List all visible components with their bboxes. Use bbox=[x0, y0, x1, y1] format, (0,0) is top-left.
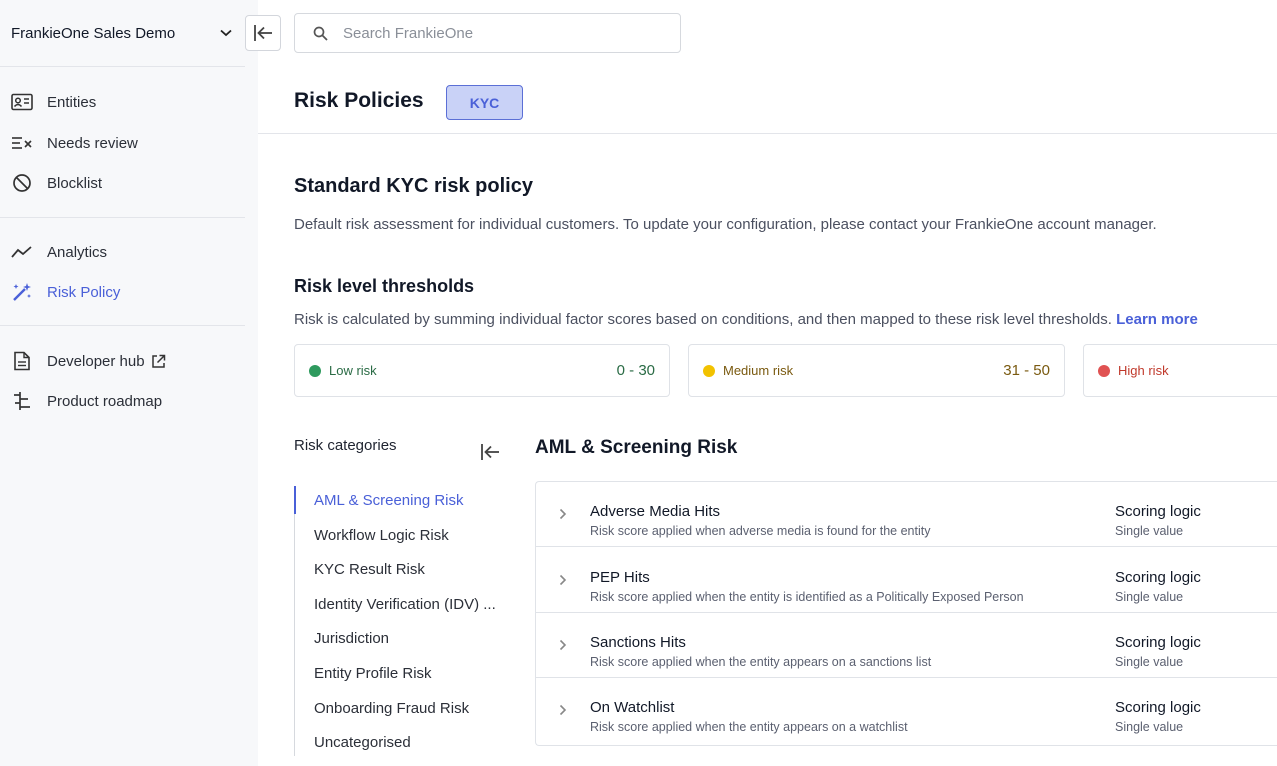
scoring-logic-label: Scoring logic bbox=[1115, 569, 1201, 586]
collapse-left-icon bbox=[480, 443, 500, 461]
factor-name: Adverse Media Hits bbox=[590, 503, 721, 520]
threshold-card-low: Low risk 0 - 30 bbox=[294, 344, 670, 397]
risk-factor-table: Adverse Media Hits Risk score applied wh… bbox=[535, 481, 1277, 746]
factor-description: Risk score applied when the entity appea… bbox=[590, 720, 908, 734]
chevron-right-icon bbox=[556, 573, 570, 587]
kyc-tab[interactable]: KYC bbox=[446, 85, 523, 120]
category-item-jurisdiction[interactable]: Jurisdiction bbox=[295, 624, 510, 652]
trend-line-icon bbox=[11, 241, 33, 263]
category-item-onboarding-fraud[interactable]: Onboarding Fraud Risk bbox=[295, 694, 510, 722]
medium-risk-dot bbox=[703, 364, 715, 377]
review-list-icon bbox=[11, 132, 33, 154]
learn-more-link[interactable]: Learn more bbox=[1116, 311, 1198, 328]
chevron-right-icon bbox=[556, 703, 570, 717]
external-link-icon bbox=[151, 354, 166, 369]
search-bar[interactable] bbox=[294, 13, 681, 53]
risk-category-list: AML & Screening Risk Workflow Logic Risk… bbox=[294, 486, 509, 756]
factor-description: Risk score applied when the entity is id… bbox=[590, 590, 1024, 604]
sidebar-item-developer-hub[interactable]: Developer hub bbox=[0, 346, 245, 376]
sidebar-divider bbox=[0, 325, 245, 326]
search-icon bbox=[313, 25, 329, 41]
threshold-label: High risk bbox=[1118, 363, 1169, 378]
policy-description: Default risk assessment for individual c… bbox=[294, 216, 1157, 233]
chevron-down-icon bbox=[218, 25, 234, 41]
sidebar-item-label: Entities bbox=[47, 93, 97, 111]
threshold-card-medium: Medium risk 31 - 50 bbox=[688, 344, 1065, 397]
factor-name: Sanctions Hits bbox=[590, 634, 686, 651]
thresholds-description: Risk is calculated by summing individual… bbox=[294, 311, 1198, 328]
threshold-range: 31 - 50 bbox=[1003, 362, 1050, 379]
factor-row-pep[interactable]: PEP Hits Risk score applied when the ent… bbox=[536, 548, 1277, 613]
factor-row-watchlist[interactable]: On Watchlist Risk score applied when the… bbox=[536, 678, 1277, 743]
threshold-range: 0 - 30 bbox=[616, 362, 655, 379]
collapse-sidebar-button[interactable] bbox=[245, 15, 281, 51]
factor-description: Risk score applied when the entity appea… bbox=[590, 655, 932, 669]
scoring-logic-label: Scoring logic bbox=[1115, 503, 1201, 520]
scoring-logic-label: Scoring logic bbox=[1115, 634, 1201, 651]
factor-row-adverse-media[interactable]: Adverse Media Hits Risk score applied wh… bbox=[536, 482, 1277, 547]
category-item-workflow-logic[interactable]: Workflow Logic Risk bbox=[295, 521, 510, 549]
block-icon bbox=[11, 172, 33, 194]
sidebar-item-product-roadmap[interactable]: Product roadmap bbox=[0, 386, 245, 416]
factor-row-sanctions[interactable]: Sanctions Hits Risk score applied when t… bbox=[536, 613, 1277, 678]
collapse-categories-button[interactable] bbox=[479, 441, 501, 463]
scoring-logic-label: Scoring logic bbox=[1115, 699, 1201, 716]
sidebar-item-label: Product roadmap bbox=[47, 392, 163, 410]
sidebar-item-entities[interactable]: Entities bbox=[0, 87, 245, 117]
document-icon bbox=[11, 350, 33, 372]
category-item-uncategorised[interactable]: Uncategorised bbox=[295, 728, 510, 756]
thresholds-title: Risk level thresholds bbox=[294, 276, 475, 296]
sidebar-item-analytics[interactable]: Analytics bbox=[0, 237, 245, 267]
roadmap-icon bbox=[11, 390, 33, 412]
thresholds-description-text: Risk is calculated by summing individual… bbox=[294, 311, 1112, 328]
category-item-identity-verification[interactable]: Identity Verification (IDV) ... bbox=[295, 590, 510, 618]
threshold-label: Medium risk bbox=[723, 363, 794, 378]
header-divider bbox=[258, 133, 1277, 134]
sidebar-divider bbox=[0, 217, 245, 218]
threshold-card-high: High risk bbox=[1083, 344, 1277, 397]
factor-name: On Watchlist bbox=[590, 699, 675, 716]
sidebar-item-blocklist[interactable]: Blocklist bbox=[0, 168, 245, 198]
search-input[interactable] bbox=[343, 24, 643, 42]
chevron-right-icon bbox=[556, 638, 570, 652]
sidebar-item-label: Blocklist bbox=[47, 174, 103, 192]
category-item-kyc-result[interactable]: KYC Result Risk bbox=[295, 555, 510, 583]
org-name: FrankieOne Sales Demo bbox=[11, 24, 176, 42]
sidebar-item-needs-review[interactable]: Needs review bbox=[0, 128, 245, 158]
sidebar-item-label: Needs review bbox=[47, 134, 138, 152]
factor-description: Risk score applied when adverse media is… bbox=[590, 524, 931, 538]
collapse-left-icon bbox=[253, 24, 273, 42]
org-switcher[interactable]: FrankieOne Sales Demo bbox=[0, 0, 245, 67]
section-title: AML & Screening Risk bbox=[535, 437, 738, 458]
scoring-logic-value: Single value bbox=[1115, 655, 1184, 669]
high-risk-dot bbox=[1098, 364, 1110, 377]
risk-categories-title: Risk categories bbox=[294, 437, 397, 454]
id-card-icon bbox=[11, 91, 33, 113]
magic-wand-icon bbox=[11, 281, 33, 303]
sidebar-item-label: Developer hub bbox=[47, 352, 145, 370]
scoring-logic-value: Single value bbox=[1115, 590, 1184, 604]
category-item-entity-profile[interactable]: Entity Profile Risk bbox=[295, 659, 510, 687]
sidebar-item-label: Analytics bbox=[47, 243, 108, 261]
page-title: Risk Policies bbox=[294, 89, 424, 112]
sidebar-item-label: Risk Policy bbox=[47, 283, 121, 301]
factor-name: PEP Hits bbox=[590, 569, 650, 586]
scoring-logic-value: Single value bbox=[1115, 524, 1184, 538]
sidebar: FrankieOne Sales Demo Entities Needs rev… bbox=[0, 0, 258, 766]
scoring-logic-value: Single value bbox=[1115, 720, 1184, 734]
chevron-right-icon bbox=[556, 507, 570, 521]
category-item-aml-screening[interactable]: AML & Screening Risk bbox=[294, 486, 509, 514]
low-risk-dot bbox=[309, 364, 321, 377]
sidebar-item-risk-policy[interactable]: Risk Policy bbox=[0, 277, 245, 307]
threshold-label: Low risk bbox=[329, 363, 377, 378]
policy-title: Standard KYC risk policy bbox=[294, 175, 533, 197]
